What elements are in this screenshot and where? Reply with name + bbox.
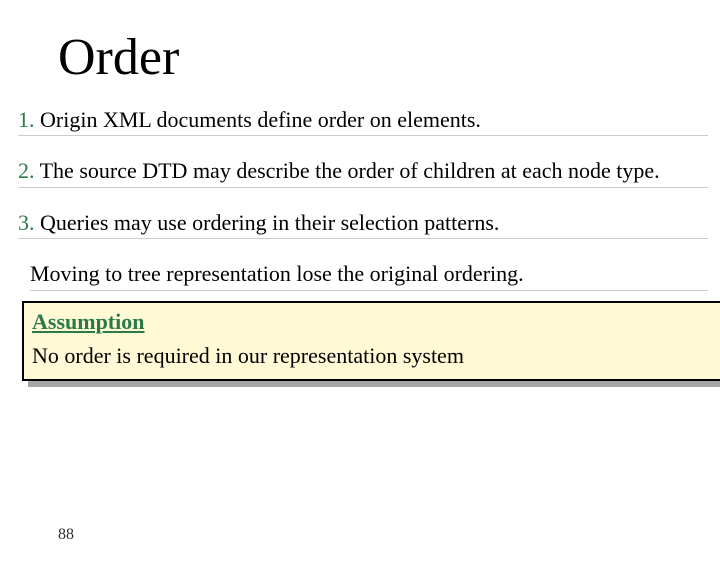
slide-title: Order [58, 28, 720, 87]
note-text: Moving to tree representation lose the o… [30, 261, 708, 290]
assumption-label: Assumption [32, 309, 714, 335]
item-text: The source DTD may describe the order of… [40, 158, 660, 183]
list-item: 2. The source DTD may describe the order… [18, 158, 708, 187]
assumption-text: No order is required in our representati… [32, 343, 464, 368]
slide: Order 1. Origin XML documents define ord… [0, 28, 720, 568]
item-number: 2. [18, 158, 35, 183]
item-text: Queries may use ordering in their select… [40, 210, 499, 235]
assumption-box: Assumption No order is required in our r… [22, 301, 720, 381]
page-number: 88 [58, 526, 74, 544]
list-item: 1. Origin XML documents define order on … [18, 107, 708, 136]
slide-body: 1. Origin XML documents define order on … [18, 107, 708, 381]
item-text: Origin XML documents define order on ele… [40, 107, 481, 132]
item-number: 1. [18, 107, 35, 132]
list-item: 3. Queries may use ordering in their sel… [18, 210, 708, 239]
item-number: 3. [18, 210, 35, 235]
